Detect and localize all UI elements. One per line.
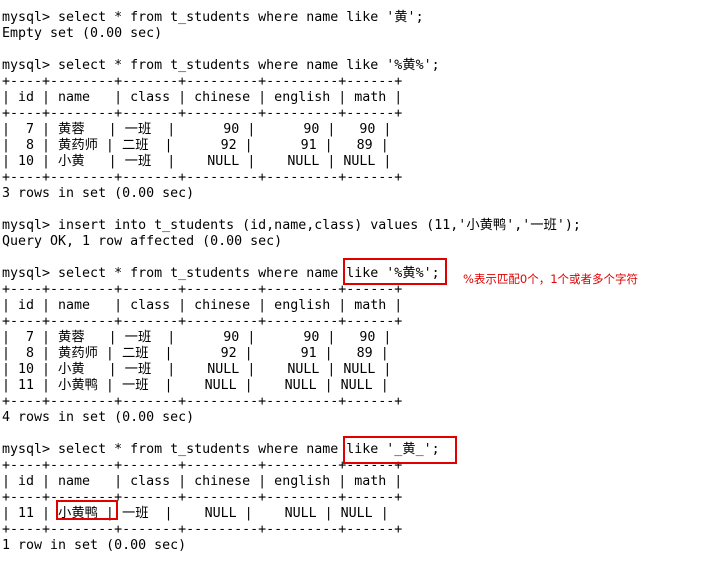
table-row: | 10 | 小黄 | 一班 | NULL | NULL | NULL | — [2, 154, 392, 169]
table-row: | 11 | 小黄鸭 | 一班 | NULL | NULL | NULL | — [2, 378, 389, 393]
table-header: | id | name | class | chinese | english … — [2, 90, 403, 105]
table-row: | 7 | 黄蓉 | 一班 | 90 | 90 | 90 | — [2, 330, 392, 345]
terminal-line: Query OK, 1 row affected (0.00 sec) — [2, 234, 283, 249]
terminal-window[interactable]: mysql> select * from t_students where na… — [0, 0, 709, 561]
table-row: | 7 | 黄蓉 | 一班 | 90 | 90 | 90 | — [2, 122, 392, 137]
table-row: | 8 | 黄药师 | 二班 | 92 | 91 | 89 | — [2, 346, 389, 361]
table-border: +----+--------+-------+---------+-------… — [2, 394, 403, 409]
table-border: +----+--------+-------+---------+-------… — [2, 170, 403, 185]
table-border: +----+--------+-------+---------+-------… — [2, 490, 403, 505]
terminal-line: 4 rows in set (0.00 sec) — [2, 410, 195, 425]
terminal-line: mysql> insert into t_students (id,name,c… — [2, 218, 581, 233]
terminal-line: mysql> select * from t_students where na… — [2, 266, 440, 281]
table-border: +----+--------+-------+---------+-------… — [2, 282, 403, 297]
table-row: | 10 | 小黄 | 一班 | NULL | NULL | NULL | — [2, 362, 392, 377]
table-header: | id | name | class | chinese | english … — [2, 474, 403, 489]
table-row: | 8 | 黄药师 | 二班 | 92 | 91 | 89 | — [2, 138, 389, 153]
terminal-line: Empty set (0.00 sec) — [2, 26, 163, 41]
terminal-line: mysql> select * from t_students where na… — [2, 10, 424, 25]
table-border: +----+--------+-------+---------+-------… — [2, 314, 403, 329]
table-header: | id | name | class | chinese | english … — [2, 298, 403, 313]
table-border: +----+--------+-------+---------+-------… — [2, 74, 403, 89]
table-border: +----+--------+-------+---------+-------… — [2, 106, 403, 121]
terminal-line: 1 row in set (0.00 sec) — [2, 538, 187, 553]
table-border: +----+--------+-------+---------+-------… — [2, 522, 403, 537]
table-border: +----+--------+-------+---------+-------… — [2, 458, 403, 473]
terminal-line: mysql> select * from t_students where na… — [2, 442, 440, 457]
terminal-line: 3 rows in set (0.00 sec) — [2, 186, 195, 201]
table-row: | 11 | 小黄鸭 | 一班 | NULL | NULL | NULL | — [2, 506, 389, 521]
terminal-line: mysql> select * from t_students where na… — [2, 58, 440, 73]
annotation-note: %表示匹配0个，1个或者多个字符 — [463, 272, 639, 286]
